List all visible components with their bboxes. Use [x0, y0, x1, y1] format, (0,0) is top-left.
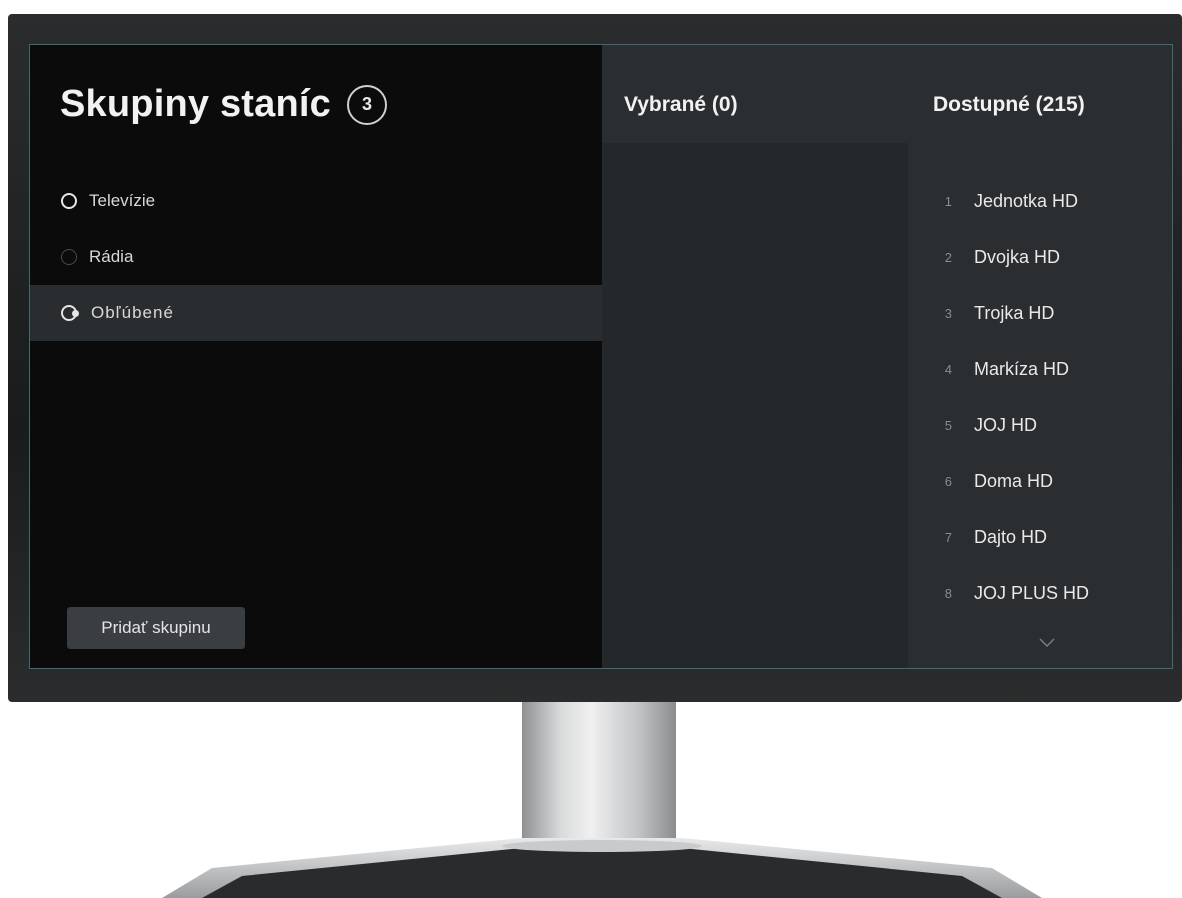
channel-number: 6 [944, 473, 952, 489]
channel-number: 3 [944, 305, 952, 321]
monitor-stand-neck [522, 702, 676, 850]
available-title: Dostupné (215) [933, 93, 1085, 116]
page-title: Skupiny staníc [60, 83, 331, 125]
groups-panel: Skupiny staníc 3 Televízie Rádia Obľúben… [30, 45, 602, 668]
selected-panel: Vybrané (0) [602, 45, 908, 668]
title-row: Skupiny staníc 3 [60, 83, 387, 126]
group-item-televizie[interactable]: Televízie [30, 173, 602, 229]
channel-name: JOJ PLUS HD [974, 582, 1090, 603]
add-group-button[interactable]: Pridať skupinu [67, 607, 245, 649]
channel-number: 8 [944, 585, 952, 601]
channel-number: 1 [944, 193, 952, 209]
radio-icon [61, 193, 77, 209]
channel-item[interactable]: 6 Doma HD [908, 453, 1172, 509]
monitor-stand-base [162, 838, 1042, 898]
group-label: Rádia [89, 247, 134, 266]
channel-item[interactable]: 7 Dajto HD [908, 509, 1172, 565]
channel-item[interactable]: 8 JOJ PLUS HD [908, 565, 1172, 621]
channel-name: JOJ HD [974, 414, 1037, 435]
channel-name: Trojka HD [974, 302, 1055, 323]
radio-icon [61, 249, 77, 265]
channel-item[interactable]: 3 Trojka HD [908, 285, 1172, 341]
tv-screen: Skupiny staníc 3 Televízie Rádia Obľúben… [30, 45, 1172, 668]
chevron-down-icon[interactable] [1038, 633, 1056, 651]
radio-icon [61, 305, 79, 321]
channel-number: 2 [944, 249, 952, 265]
group-item-oblubene[interactable]: Obľúbené [30, 285, 602, 341]
group-count-badge: 3 [347, 84, 387, 125]
channel-number: 5 [944, 417, 952, 433]
channel-item[interactable]: 4 Markíza HD [908, 341, 1172, 397]
channel-item[interactable]: 5 JOJ HD [908, 397, 1172, 453]
channel-name: Markíza HD [974, 358, 1070, 379]
available-panel: Dostupné (215) 1 Jednotka HD 2 Dvojka HD… [908, 45, 1172, 668]
channel-name: Jednotka HD [974, 190, 1079, 211]
channel-name: Dvojka HD [974, 246, 1061, 267]
channel-number: 4 [944, 361, 952, 377]
group-label: Televízie [89, 191, 156, 210]
channel-item[interactable]: 2 Dvojka HD [908, 229, 1172, 285]
channel-name: Doma HD [974, 470, 1054, 491]
channel-item[interactable]: 1 Jednotka HD [908, 173, 1172, 229]
group-item-radia[interactable]: Rádia [30, 229, 602, 285]
channel-name: Dajto HD [974, 526, 1048, 547]
channel-number: 7 [944, 529, 952, 545]
group-label: Obľúbené [91, 303, 174, 322]
selected-title: Vybrané (0) [624, 93, 738, 116]
